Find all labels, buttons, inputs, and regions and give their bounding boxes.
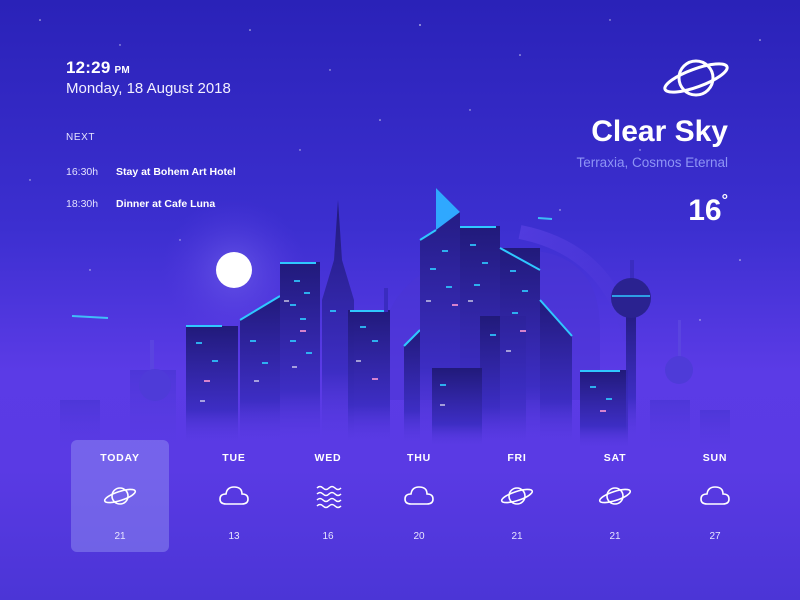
- forecast-day-wed[interactable]: WED 16: [279, 440, 377, 552]
- cloud-icon: [219, 486, 249, 505]
- current-time: 12:29: [66, 58, 111, 77]
- forecast-day-label: TODAY: [100, 452, 140, 464]
- forecast-temp: 16: [322, 531, 334, 542]
- forecast-day-sun[interactable]: SUN 27: [666, 440, 764, 552]
- waves-icon: [316, 485, 342, 509]
- forecast-day-label: THU: [407, 452, 431, 464]
- temperature-value: 16: [688, 194, 722, 227]
- forecast-day-label: FRI: [507, 452, 527, 464]
- weather-condition: Clear Sky: [591, 115, 728, 148]
- forecast-day-label: SAT: [603, 452, 627, 464]
- current-temperature: 16°: [688, 192, 728, 228]
- cloud-icon: [700, 486, 730, 505]
- forecast-day-tue[interactable]: TUE 13: [185, 440, 283, 552]
- forecast-temp: 21: [511, 531, 523, 542]
- forecast-day-label: TUE: [222, 452, 246, 464]
- planet-icon: [663, 59, 729, 97]
- forecast-temp: 21: [609, 531, 621, 542]
- moon: [216, 252, 252, 288]
- forecast-day-fri[interactable]: FRI 21: [468, 440, 566, 552]
- agenda-event[interactable]: 18:30h Dinner at Cafe Luna: [66, 198, 215, 210]
- weather-location: Terraxia, Cosmos Eternal: [576, 155, 728, 170]
- forecast-day-sat[interactable]: SAT 21: [566, 440, 664, 552]
- forecast-strip: TODAY 21 TUE 13 WED 16 THU 20 FRI 21 SAT…: [0, 440, 800, 560]
- forecast-day-today[interactable]: TODAY 21: [71, 440, 169, 552]
- event-time: 16:30h: [66, 166, 99, 178]
- cloud-icon: [404, 486, 434, 505]
- planet-icon: [103, 487, 137, 505]
- current-date: Monday, 18 August 2018: [66, 80, 231, 97]
- forecast-temp: 13: [228, 531, 240, 542]
- planet-icon: [598, 487, 632, 505]
- planet-icon: [500, 487, 534, 505]
- forecast-temp: 21: [114, 531, 126, 542]
- forecast-temp: 27: [709, 531, 721, 542]
- forecast-day-thu[interactable]: THU 20: [370, 440, 468, 552]
- agenda-heading: NEXT: [66, 132, 96, 143]
- clock: 12:29 PM: [66, 58, 130, 78]
- event-time: 18:30h: [66, 198, 99, 210]
- event-name: Dinner at Cafe Luna: [116, 198, 216, 210]
- forecast-temp: 20: [413, 531, 425, 542]
- agenda-event[interactable]: 16:30h Stay at Bohem Art Hotel: [66, 166, 236, 178]
- forecast-day-label: SUN: [702, 452, 728, 464]
- forecast-day-label: WED: [314, 452, 342, 464]
- event-name: Stay at Bohem Art Hotel: [116, 166, 236, 178]
- time-ampm: PM: [114, 65, 130, 76]
- degree-symbol: °: [721, 192, 728, 209]
